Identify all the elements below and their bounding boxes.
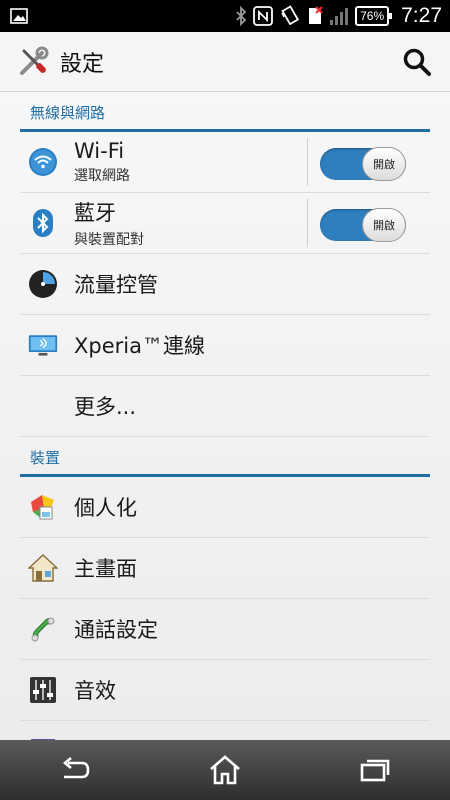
settings-item-personalization[interactable]: 個人化 [20,477,430,538]
toggle-knob: 開啟 [362,147,406,181]
status-bar: 76% 7:27 [0,0,450,32]
personalization-label: 個人化 [74,496,137,520]
settings-item-partial[interactable] [20,721,430,740]
wifi-icon [28,147,58,177]
data-usage-label: 流量控管 [74,273,158,297]
home-icon[interactable] [195,745,255,795]
bluetooth-toggle[interactable]: 開啟 [320,208,406,242]
settings-item-bluetooth[interactable]: 藍牙 與裝置配對 開啟 [20,193,430,254]
image-icon [10,8,28,24]
settings-item-data-usage[interactable]: 流量控管 [20,254,430,315]
divider [307,138,308,186]
wifi-label: Wi-Fi [74,139,125,163]
wifi-sublabel: 選取網路 [74,168,130,184]
sound-label: 音效 [74,679,116,703]
wifi-toggle[interactable]: 開啟 [320,147,406,181]
app-bar: 設定 [0,32,450,92]
section-header-wireless: 無線與網路 [20,92,430,132]
battery-indicator: 76% [355,6,393,26]
sim-icon [307,6,323,26]
search-icon[interactable] [400,45,434,79]
settings-item-wifi[interactable]: Wi-Fi 選取網路 開啟 [20,132,430,193]
section-header-label: 裝置 [30,449,61,467]
bluetooth-icon [28,208,58,238]
settings-item-xperia-connectivity[interactable]: Xperia™連線 [20,315,430,376]
call-settings-label: 通話設定 [74,618,158,642]
bluetooth-label: 藍牙 [74,201,116,225]
divider [307,199,308,247]
page-title: 設定 [60,51,105,77]
home-screen-icon [28,553,58,583]
recent-apps-icon[interactable] [345,745,405,795]
settings-item-sound[interactable]: 音效 [20,660,430,721]
phone-icon [28,614,58,644]
back-icon[interactable] [45,745,105,795]
monitor-icon [28,330,58,360]
xperia-connectivity-label: Xperia™連線 [74,334,205,358]
vibrate-icon [279,5,301,27]
bluetooth-sublabel: 與裝置配對 [74,232,144,248]
bluetooth-icon [235,6,247,26]
settings-list: 無線與網路 Wi-Fi 選取網路 開啟 藍牙 與裝置配對 開啟 流量控管 Xpe… [0,92,450,740]
navigation-bar [0,740,450,800]
section-header-label: 無線與網路 [30,104,106,122]
section-header-device: 裝置 [20,437,430,477]
settings-item-home-screen[interactable]: 主畫面 [20,538,430,599]
equalizer-icon [28,675,58,705]
personalization-icon [28,492,58,522]
nfc-icon [253,6,274,26]
toggle-knob: 開啟 [362,208,406,242]
tools-icon [16,45,50,79]
signal-icon [329,6,349,26]
settings-item-more[interactable]: 更多... [20,376,430,437]
data-usage-icon [28,269,58,299]
status-time: 7:27 [401,4,442,27]
settings-item-call-settings[interactable]: 通話設定 [20,599,430,660]
more-label: 更多... [74,395,137,419]
home-screen-label: 主畫面 [74,557,137,581]
